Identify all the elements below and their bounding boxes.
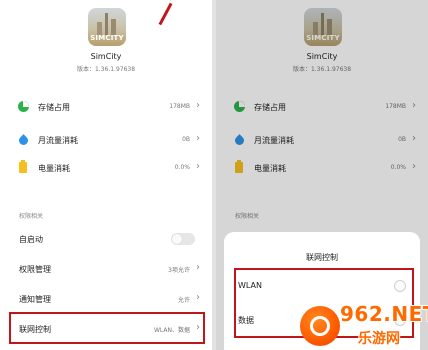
watermark-subtext: 乐游网 bbox=[358, 331, 400, 347]
red-annotation-mark bbox=[158, 2, 173, 26]
app-name: SimCity bbox=[90, 52, 122, 61]
battery-row[interactable]: 电量消耗 0.0% › bbox=[0, 158, 212, 178]
storage-row[interactable]: 存储占用 178MB › bbox=[0, 97, 212, 117]
autostart-label: 自启动 bbox=[19, 235, 43, 244]
autostart-row[interactable]: 自启动 bbox=[0, 229, 212, 249]
storage-value: 178MB bbox=[169, 103, 190, 110]
storage-icon bbox=[18, 101, 29, 112]
watermark-text: 962.NET bbox=[340, 302, 428, 326]
chevron-right-icon: › bbox=[196, 292, 200, 303]
storage-label: 存储占用 bbox=[38, 103, 70, 112]
notification-management-value: 允许 bbox=[177, 297, 190, 304]
section-title: 权限相关 bbox=[19, 213, 44, 220]
site-watermark: 962.NET 乐游网 bbox=[300, 300, 428, 350]
battery-label: 电量消耗 bbox=[38, 164, 70, 173]
permission-management-label: 权限管理 bbox=[19, 265, 51, 274]
battery-value: 0.0% bbox=[174, 164, 190, 171]
autostart-toggle[interactable] bbox=[171, 233, 195, 245]
app-info-screen-dialog: SIMCITY SimCity 版本：1.36.1.97638 存储占用 178… bbox=[216, 0, 428, 350]
watermark-logo-icon bbox=[300, 306, 340, 346]
chevron-right-icon: › bbox=[196, 133, 200, 144]
chevron-right-icon: › bbox=[196, 100, 200, 111]
data-usage-label: 月流量消耗 bbox=[38, 136, 78, 145]
chevron-right-icon: › bbox=[196, 262, 200, 273]
data-drop-icon bbox=[17, 134, 30, 147]
highlight-box bbox=[9, 312, 205, 344]
data-usage-row[interactable]: 月流量消耗 0B › bbox=[0, 130, 212, 150]
app-icon-logo: SIMCITY bbox=[90, 34, 124, 42]
chevron-right-icon: › bbox=[196, 161, 200, 172]
notification-management-label: 通知管理 bbox=[19, 295, 51, 304]
app-info-screen: SIMCITY SimCity 版本：1.36.1.97638 存储占用 178… bbox=[0, 0, 212, 350]
app-icon: SIMCITY bbox=[88, 8, 126, 46]
data-usage-value: 0B bbox=[182, 136, 190, 143]
permission-management-value: 3项允许 bbox=[168, 267, 190, 274]
permission-management-row[interactable]: 权限管理 3项允许 › bbox=[0, 259, 212, 279]
battery-icon bbox=[18, 160, 27, 173]
notification-management-row[interactable]: 通知管理 允许 › bbox=[0, 289, 212, 309]
dialog-title: 联网控制 bbox=[306, 253, 338, 262]
app-version: 版本：1.36.1.97638 bbox=[76, 66, 136, 73]
